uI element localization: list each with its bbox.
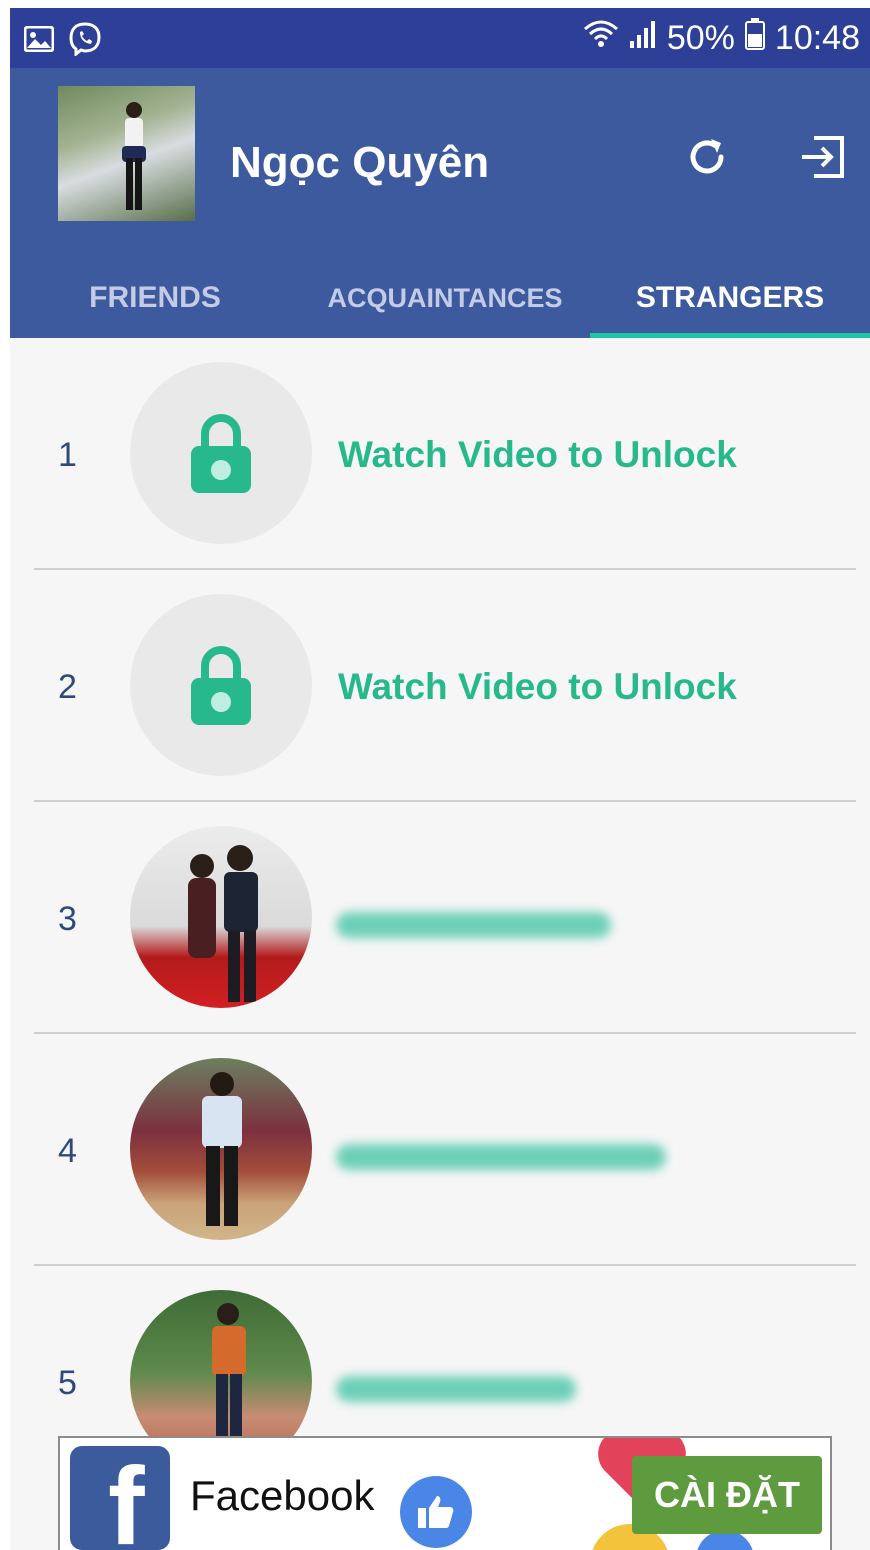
list-item[interactable]: 3 xyxy=(10,802,870,1034)
gallery-icon xyxy=(23,25,55,57)
user-avatar[interactable] xyxy=(130,1058,312,1240)
lock-icon xyxy=(191,646,251,725)
blurred-user-name xyxy=(336,912,611,938)
logout-icon[interactable] xyxy=(795,130,849,184)
rank-number: 1 xyxy=(58,436,77,474)
wifi-icon xyxy=(583,19,619,58)
rank-number: 2 xyxy=(58,668,77,706)
watch-video-unlock-link[interactable]: Watch Video to Unlock xyxy=(338,434,737,476)
clock: 10:48 xyxy=(774,19,860,57)
locked-avatar[interactable] xyxy=(130,362,312,544)
tab-bar: FRIENDS ACQUAINTANCES STRANGERS xyxy=(10,258,870,338)
list-item[interactable]: 2 Watch Video to Unlock xyxy=(10,570,870,802)
user-avatar[interactable] xyxy=(130,826,312,1008)
app-screen: 50% 10:48 Ngọc Quyên FRIENDS ACQUAINTANC… xyxy=(10,8,870,1550)
rank-number: 5 xyxy=(58,1364,77,1402)
ad-title: Facebook xyxy=(190,1472,375,1519)
tab-strangers[interactable]: STRANGERS xyxy=(590,258,870,338)
rank-number: 3 xyxy=(58,900,77,938)
viber-icon xyxy=(68,22,102,61)
battery-percent: 50% xyxy=(666,19,735,57)
locked-avatar[interactable] xyxy=(130,594,312,776)
facebook-logo-icon: f xyxy=(70,1446,170,1550)
blurred-user-name xyxy=(336,1376,576,1402)
list-item[interactable]: 4 xyxy=(10,1034,870,1266)
ad-banner[interactable]: f Facebook CÀI ĐẶT xyxy=(58,1436,832,1550)
strangers-list: 1 Watch Video to Unlock 2 Watch Video to… xyxy=(10,338,870,1498)
profile-name: Ngọc Quyên xyxy=(230,138,490,187)
app-header: Ngọc Quyên FRIENDS ACQUAINTANCES STRANGE… xyxy=(10,68,870,338)
refresh-icon[interactable] xyxy=(680,130,734,184)
watch-video-unlock-link[interactable]: Watch Video to Unlock xyxy=(338,666,737,708)
thumbs-up-icon xyxy=(400,1476,472,1548)
profile-avatar[interactable] xyxy=(58,86,195,221)
install-button[interactable]: CÀI ĐẶT xyxy=(632,1456,822,1534)
tab-acquaintances[interactable]: ACQUAINTANCES xyxy=(300,258,590,338)
lock-icon xyxy=(191,414,251,493)
list-item[interactable]: 1 Watch Video to Unlock xyxy=(10,338,870,570)
signal-icon xyxy=(629,19,657,58)
battery-icon xyxy=(744,18,765,59)
rank-number: 4 xyxy=(58,1132,77,1170)
blurred-user-name xyxy=(336,1144,666,1170)
status-bar: 50% 10:48 xyxy=(10,8,870,68)
tab-friends[interactable]: FRIENDS xyxy=(10,258,300,338)
